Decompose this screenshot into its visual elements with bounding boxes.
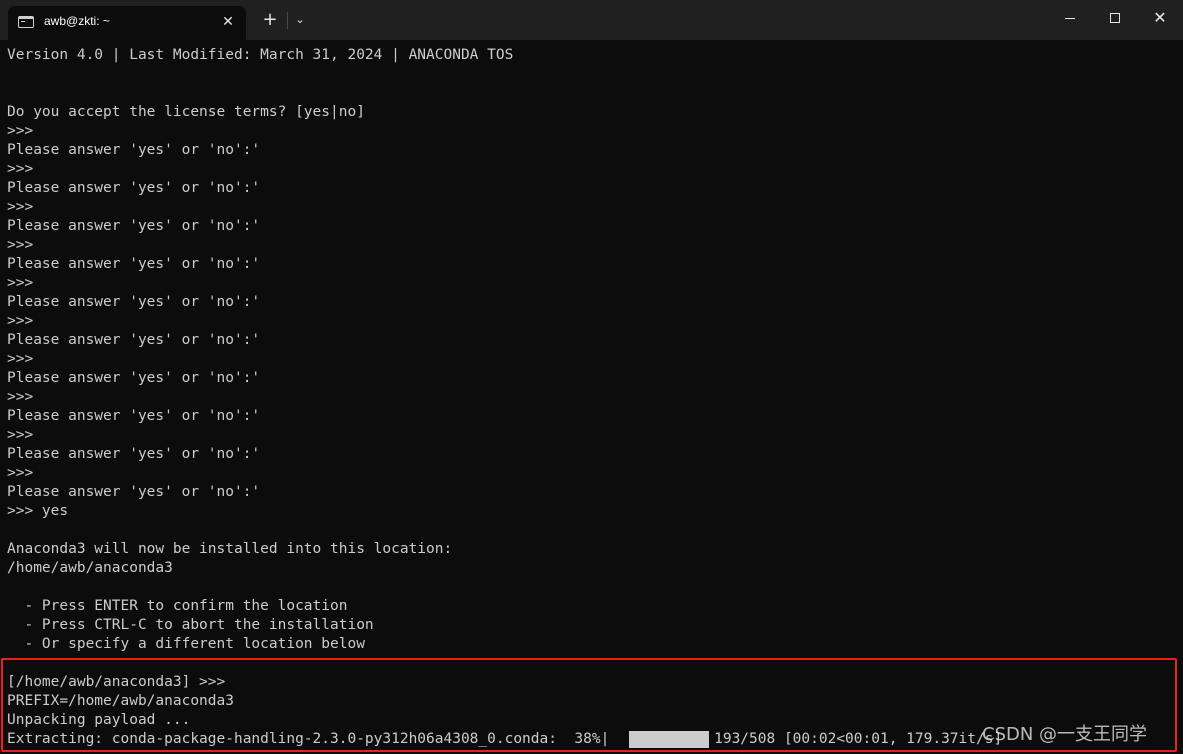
terminal-line: >>> bbox=[7, 465, 34, 481]
terminal-line: Please answer 'yes' or 'no':' bbox=[7, 484, 261, 500]
terminal-line: >>> bbox=[7, 275, 34, 291]
terminal-line: >>> bbox=[7, 351, 34, 367]
title-bar: awb@zkti: ~ ✕ + ⌄ ✕ bbox=[0, 0, 1183, 40]
terminal-line: >>> yes bbox=[7, 503, 69, 519]
terminal-line: >>> bbox=[7, 161, 34, 177]
terminal-line: >>> bbox=[7, 123, 34, 139]
terminal-line: >>> bbox=[7, 313, 34, 329]
new-tab-button[interactable]: + bbox=[259, 9, 281, 31]
maximize-button[interactable] bbox=[1093, 0, 1139, 36]
watermark: CSDN @一支王同学 bbox=[982, 724, 1148, 745]
chevron-down-icon[interactable]: ⌄ bbox=[290, 9, 310, 31]
close-button[interactable]: ✕ bbox=[1137, 0, 1183, 36]
maximize-icon bbox=[1110, 13, 1120, 23]
terminal-line: Do you accept the license terms? [yes|no… bbox=[7, 104, 365, 120]
terminal-line: Please answer 'yes' or 'no':' bbox=[7, 294, 261, 310]
terminal-line: - Press ENTER to confirm the location bbox=[7, 598, 348, 614]
terminal-line: PREFIX=/home/awb/anaconda3 bbox=[7, 693, 234, 709]
tab-title: awb@zkti: ~ bbox=[44, 14, 110, 28]
terminal-line: Version 4.0 | Last Modified: March 31, 2… bbox=[7, 47, 514, 63]
terminal-icon bbox=[18, 16, 34, 28]
terminal-line: Please answer 'yes' or 'no':' bbox=[7, 218, 261, 234]
terminal-line: Please answer 'yes' or 'no':' bbox=[7, 370, 261, 386]
terminal-line: Extracting: conda-package-handling-2.3.0… bbox=[7, 731, 1003, 747]
terminal-line: - Press CTRL-C to abort the installation bbox=[7, 617, 374, 633]
terminal-tab[interactable]: awb@zkti: ~ ✕ bbox=[8, 6, 246, 40]
terminal-line: Please answer 'yes' or 'no':' bbox=[7, 256, 261, 272]
minimize-icon bbox=[1065, 18, 1075, 19]
close-icon: ✕ bbox=[1153, 8, 1167, 27]
terminal-line: Please answer 'yes' or 'no':' bbox=[7, 408, 261, 424]
terminal-line: >>> bbox=[7, 389, 34, 405]
terminal-line: [/home/awb/anaconda3] >>> bbox=[7, 674, 226, 690]
progress-bar-fill bbox=[629, 731, 709, 748]
terminal-line: /home/awb/anaconda3 bbox=[7, 560, 173, 576]
terminal-output[interactable]: Version 4.0 | Last Modified: March 31, 2… bbox=[0, 40, 1183, 754]
terminal-line: Please answer 'yes' or 'no':' bbox=[7, 142, 261, 158]
terminal-line: >>> bbox=[7, 199, 34, 215]
tab-close-icon[interactable]: ✕ bbox=[217, 11, 239, 33]
terminal-line: Please answer 'yes' or 'no':' bbox=[7, 446, 261, 462]
terminal-line: >>> bbox=[7, 237, 34, 253]
terminal-line: Please answer 'yes' or 'no':' bbox=[7, 180, 261, 196]
terminal-line: Please answer 'yes' or 'no':' bbox=[7, 332, 261, 348]
minimize-button[interactable] bbox=[1047, 0, 1093, 36]
terminal-line: - Or specify a different location below bbox=[7, 636, 365, 652]
tab-divider bbox=[287, 12, 288, 29]
terminal-line: Anaconda3 will now be installed into thi… bbox=[7, 541, 453, 557]
terminal-line: Unpacking payload ... bbox=[7, 712, 191, 728]
terminal-line: >>> bbox=[7, 427, 34, 443]
